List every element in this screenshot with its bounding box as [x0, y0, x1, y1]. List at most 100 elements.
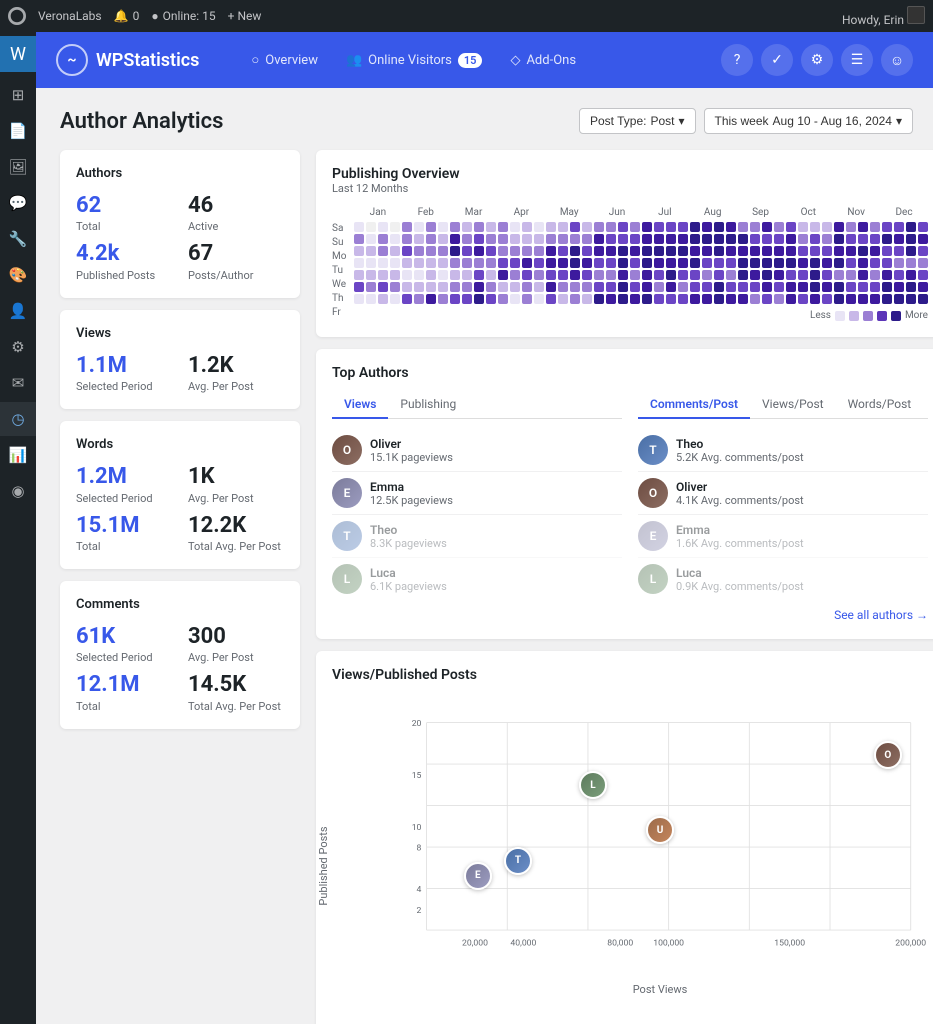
legend-cell-5: [891, 311, 901, 321]
heatmap-cell: [726, 282, 736, 292]
heatmap-cell: [798, 270, 808, 280]
words-avg-value: 1K: [188, 464, 284, 490]
tab-words-post[interactable]: Words/Post: [836, 391, 924, 419]
heatmap-cell: [822, 222, 832, 232]
heatmap-cell: [570, 258, 580, 268]
sidebar-icon-appearance[interactable]: 🎨: [0, 258, 36, 292]
heatmap-cell: [798, 222, 808, 232]
heatmap-cell: [390, 282, 400, 292]
comments-avg-value: 300: [188, 624, 284, 650]
heatmap-cell: [594, 270, 604, 280]
tab-publishing[interactable]: Publishing: [388, 391, 468, 419]
heatmap-cell: [762, 294, 772, 304]
sidebar-icon-dashboard[interactable]: ⊞: [0, 78, 36, 112]
heatmap-week-6-3: [678, 222, 688, 304]
heatmap-cell: [414, 246, 424, 256]
heatmap-cell: [534, 246, 544, 256]
tab-views-post[interactable]: Views/Post: [750, 391, 836, 419]
sidebar-icon-circle[interactable]: ◉: [0, 474, 36, 508]
heatmap-cell: [714, 234, 724, 244]
heatmap-cell: [714, 270, 724, 280]
post-type-filter[interactable]: Post Type: Post ▾: [579, 108, 696, 134]
nav-online-visitors[interactable]: 👥 Online Visitors 15: [334, 46, 494, 74]
scatter-card: Views/Published Posts Published Posts 24…: [316, 651, 933, 1024]
heatmap-cell: [426, 270, 436, 280]
tab-views[interactable]: Views: [332, 391, 388, 419]
heatmap-legend: Less More: [354, 310, 928, 321]
heatmap-cell: [426, 282, 436, 292]
date-chevron: ▾: [896, 114, 902, 128]
heatmap-cell: [906, 234, 916, 244]
sidebar-icon-comments[interactable]: 💬: [0, 186, 36, 220]
heatmap-cell: [606, 258, 616, 268]
tab-comments-post[interactable]: Comments/Post: [638, 391, 750, 419]
nav-overview-label: Overview: [265, 53, 318, 68]
heatmap-cell: [738, 234, 748, 244]
wp-logo[interactable]: [8, 7, 26, 25]
heatmap-cell: [666, 222, 676, 232]
heatmap-cell: [714, 222, 724, 232]
heatmap-week-6-1: [654, 222, 664, 304]
month-label-sep: Sep: [737, 207, 785, 218]
heatmap-cell: [474, 270, 484, 280]
sidebar-icon-posts[interactable]: 📄: [0, 114, 36, 148]
heatmap-cell: [678, 246, 688, 256]
header-user-icon[interactable]: ☺: [881, 44, 913, 76]
heatmap-cell: [642, 234, 652, 244]
heatmap-cell: [630, 294, 640, 304]
heatmap-cell: [414, 294, 424, 304]
notifications[interactable]: 🔔 0: [114, 9, 140, 23]
sidebar-icon-media[interactable]: 🖼: [0, 150, 36, 184]
heatmap-cell: [906, 270, 916, 280]
legend-cell-3: [863, 311, 873, 321]
sidebar-icon-settings[interactable]: ⚙: [0, 330, 36, 364]
date-filter[interactable]: This week Aug 10 - Aug 16, 2024 ▾: [704, 108, 914, 134]
heatmap-cell: [534, 294, 544, 304]
sidebar-icon-tools[interactable]: 🔧: [0, 222, 36, 256]
legend-more-label: More: [905, 310, 928, 321]
right-authors-list: T Theo 5.2K Avg. comments/post O Oliver …: [638, 429, 928, 600]
author-stat: 8.3K pageviews: [370, 537, 622, 550]
nav-addons[interactable]: ◇ Add-Ons: [498, 46, 588, 74]
sidebar-icon-chart[interactable]: 📊: [0, 438, 36, 472]
header-menu-icon[interactable]: ☰: [841, 44, 873, 76]
header-settings-icon[interactable]: ⚙: [801, 44, 833, 76]
heatmap-week-10-3: [870, 222, 880, 304]
sidebar-icon-analytics[interactable]: ◷: [0, 402, 36, 436]
sidebar-icon-users[interactable]: 👤: [0, 294, 36, 328]
see-all-authors: See all authors →: [332, 608, 928, 623]
top-authors-inner: Views Publishing O Oliver 15.1K pageview…: [332, 391, 928, 600]
heatmap-cell: [594, 294, 604, 304]
y-tick-label: 20: [412, 719, 422, 729]
heatmap-cell: [522, 246, 532, 256]
header-help-icon[interactable]: ?: [721, 44, 753, 76]
online-count[interactable]: ● Online: 15: [151, 9, 215, 23]
x-tick-label: 20,000: [462, 939, 488, 949]
author-name: Luca: [676, 566, 928, 580]
heatmap-cell: [774, 222, 784, 232]
heatmap-cell: [858, 294, 868, 304]
date-range-value: Aug 10 - Aug 16, 2024: [773, 114, 892, 128]
heatmap-cell: [678, 270, 688, 280]
site-name[interactable]: VeronaLabs: [38, 9, 102, 23]
heatmap-cell: [558, 258, 568, 268]
author-stat: 15.1K pageviews: [370, 451, 622, 464]
see-all-link[interactable]: See all authors →: [834, 608, 928, 622]
heatmap-cell: [870, 270, 880, 280]
heatmap-cell: [438, 282, 448, 292]
wp-logo-sidebar[interactable]: W: [0, 36, 36, 72]
heatmap-cell: [858, 246, 868, 256]
views-card: Views 1.1M Selected Period 1.2K Avg. Per…: [60, 310, 300, 409]
authors-active-label: Active: [188, 220, 284, 233]
sidebar-icon-email[interactable]: ✉: [0, 366, 36, 400]
nav-overview[interactable]: ○ Overview: [239, 46, 330, 74]
nav-online-visitors-label: Online Visitors: [368, 53, 452, 68]
header-check-icon[interactable]: ✓: [761, 44, 793, 76]
heatmap-cell: [498, 246, 508, 256]
heatmap-cell: [618, 258, 628, 268]
heatmap-cell: [546, 246, 556, 256]
heatmap-cell: [786, 258, 796, 268]
new-post[interactable]: + New: [228, 9, 262, 23]
heatmap-cell: [366, 270, 376, 280]
day-label-sa: Sa: [332, 223, 350, 235]
